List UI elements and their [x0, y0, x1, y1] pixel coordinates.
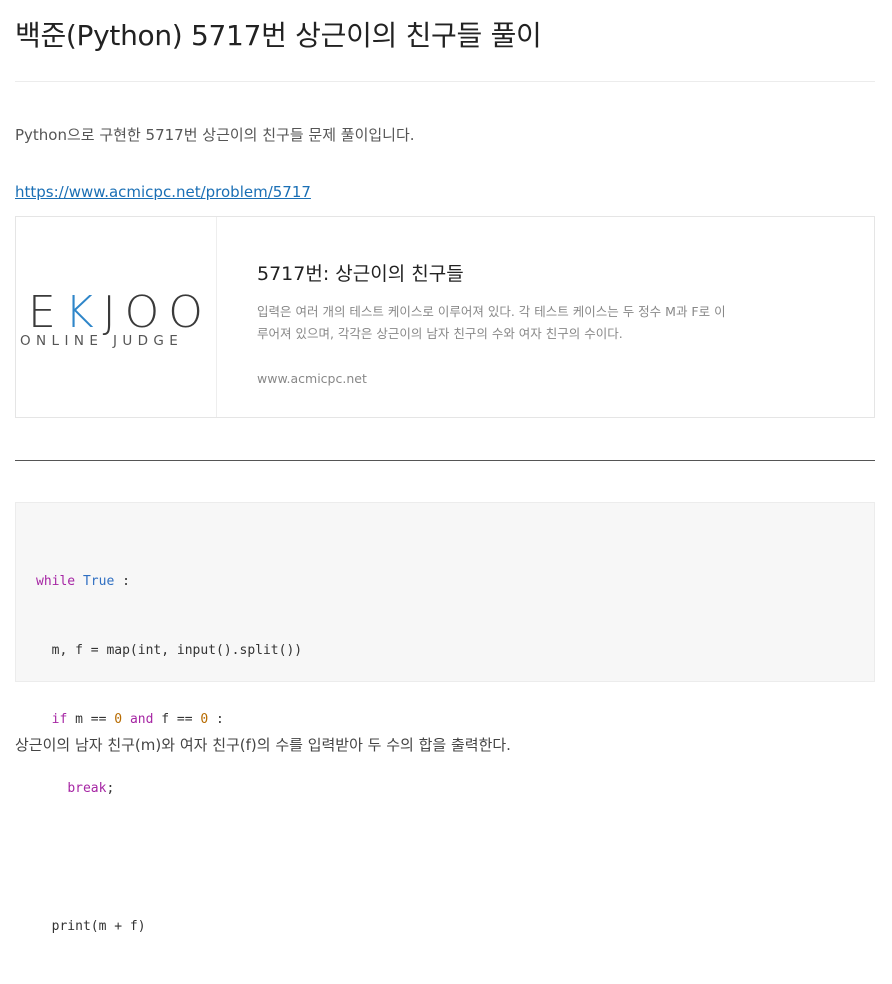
code-keyword-while: while: [36, 574, 76, 589]
code-line-2: m, f = map(int, input().split()): [36, 643, 303, 658]
code-keyword-and: and: [129, 712, 154, 727]
page-title: 백준(Python) 5717번 상근이의 친구들 풀이: [15, 19, 542, 52]
code-keyword-if: if: [51, 712, 68, 727]
logo-letter-k: K: [64, 287, 103, 338]
code-line-4: break;: [36, 777, 302, 800]
code-line-1: while True :: [36, 570, 302, 593]
code-colon: :: [208, 712, 224, 727]
code-text: m ==: [67, 712, 115, 727]
horizontal-rule: [15, 460, 875, 461]
code-number: 0: [114, 712, 123, 727]
link-preview-url: www.acmicpc.net: [257, 371, 367, 386]
code-literal-true: True: [82, 574, 115, 589]
link-preview-title: 5717번: 상근이의 친구들: [257, 263, 464, 285]
link-preview-description: 입력은 여러 개의 테스트 케이스로 이루어져 있다. 각 테스트 케이스는 두…: [257, 304, 726, 341]
code-line-3: if m == 0 and f == 0 :: [36, 708, 302, 731]
logo-subtitle: ONLINE JUDGE: [20, 333, 184, 349]
code-semicolon: ;: [106, 781, 115, 796]
logo-letter-e: E: [28, 287, 65, 338]
code-keyword-break: break: [67, 781, 107, 796]
logo-letters-joo: JOO: [102, 287, 212, 338]
code-line-6: print(m + f): [36, 919, 146, 934]
link-preview-thumbnail: EKJOO ONLINE JUDGE: [16, 217, 217, 417]
code-colon: :: [114, 574, 130, 589]
explanation-paragraph: 상근이의 남자 친구(m)와 여자 친구(f)의 수를 입력받아 두 수의 합을…: [15, 736, 511, 754]
problem-link[interactable]: https://www.acmicpc.net/problem/5717: [15, 183, 311, 201]
code-text: f ==: [153, 712, 201, 727]
intro-paragraph: Python으로 구현한 5717번 상근이의 친구들 문제 풀이입니다.: [15, 126, 415, 144]
link-preview-card[interactable]: EKJOO ONLINE JUDGE 5717번: 상근이의 친구들 입력은 여…: [15, 216, 875, 418]
title-divider: [15, 81, 875, 82]
baekjoon-logo: EKJOO: [28, 287, 218, 338]
code-block[interactable]: while True : m, f = map(int, input().spl…: [15, 502, 875, 934]
